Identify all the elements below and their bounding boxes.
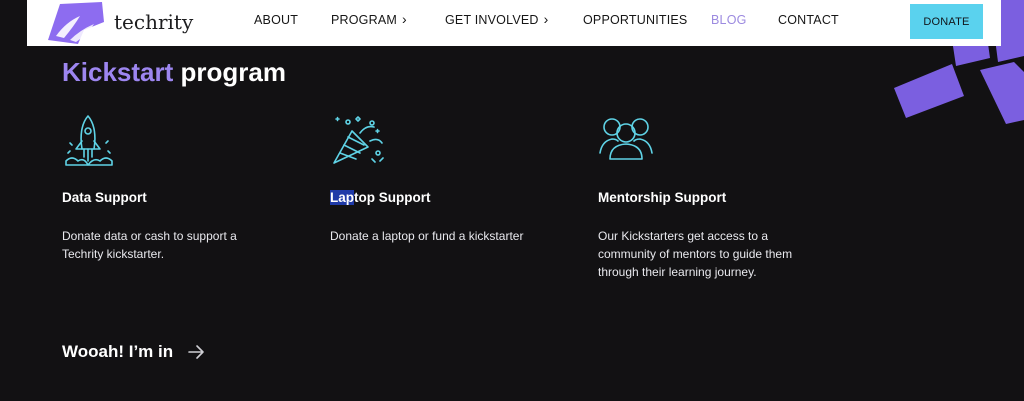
card-data-support: Data Support Donate data or cash to supp… <box>62 113 302 261</box>
nav-about[interactable]: ABOUT <box>254 13 298 27</box>
arrow-right-icon <box>188 345 204 359</box>
card-laptop-support: Laptop Support Donate a laptop or fund a… <box>330 113 570 243</box>
nav-about-label: ABOUT <box>254 13 299 27</box>
cta-label: Wooah! I’m in <box>62 342 174 361</box>
card-description: Our Kickstarters get access to a communi… <box>598 229 793 279</box>
card-title-rest: top Support <box>354 190 431 205</box>
nav-contact-label: CONTACT <box>778 13 839 27</box>
card-title: Data Support <box>62 190 147 205</box>
nav-opportunities-label: OPPORTUNITIES <box>583 13 688 27</box>
nav-program-label: PROGRAM <box>331 13 397 27</box>
people-icon <box>599 118 653 160</box>
card-title: Laptop Support <box>330 190 431 205</box>
chevron-right-icon: › <box>402 11 407 27</box>
card-description: Donate data or cash to support a Techrit… <box>62 229 237 261</box>
nav-blog-label: BLOG <box>711 13 747 27</box>
card-description: Donate a laptop or fund a kickstarter <box>330 229 524 243</box>
section-title: Kickstart program <box>62 57 286 88</box>
card-mentorship-support: Mentorship Support Our Kickstarters get … <box>598 113 838 279</box>
rocket-icon <box>65 115 113 166</box>
brand-name[interactable]: techrity <box>114 10 193 34</box>
nav-opportunities[interactable]: OPPORTUNITIES <box>583 13 687 27</box>
section-title-accent: Kickstart <box>62 57 174 87</box>
nav-program[interactable]: PROGRAM › <box>331 11 407 27</box>
nav-blog[interactable]: BLOG <box>711 13 747 27</box>
join-cta-link[interactable]: Wooah! I’m in <box>62 342 205 362</box>
card-title: Mentorship Support <box>598 190 727 205</box>
techrity-logo[interactable] <box>44 0 108 46</box>
party-popper-icon <box>333 116 384 164</box>
top-navbar: techrity ABOUT PROGRAM › GET INVOLVED › OP… <box>27 0 1001 46</box>
nav-get-involved-label: GET INVOLVED <box>445 13 539 27</box>
nav-get-involved[interactable]: GET INVOLVED › <box>445 11 549 27</box>
donate-button[interactable]: DONATE <box>910 4 983 39</box>
section-title-rest: program <box>173 57 286 87</box>
nav-contact[interactable]: CONTACT <box>778 13 839 27</box>
chevron-right-icon: › <box>543 11 549 27</box>
card-title-selected-text: Lap <box>330 190 355 205</box>
